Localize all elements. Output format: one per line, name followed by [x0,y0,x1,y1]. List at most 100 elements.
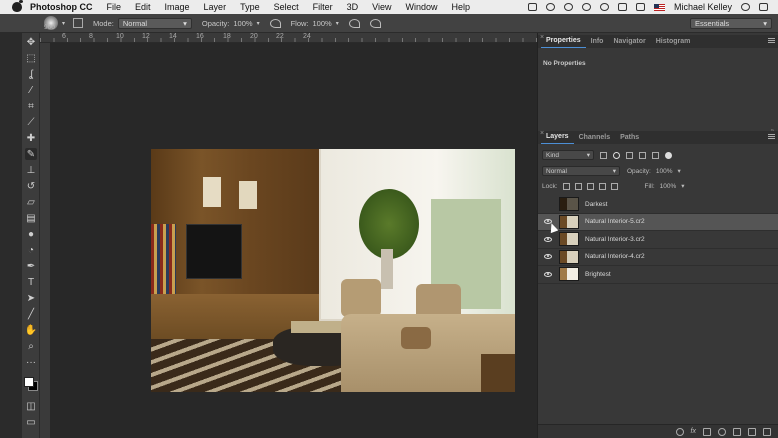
type-tool-icon[interactable]: T [25,276,37,288]
lock-artboard-icon[interactable] [598,182,606,190]
wifi-icon[interactable] [581,3,591,11]
shape-filter-icon[interactable] [639,151,646,159]
eyedropper-tool-icon[interactable]: ⟋ [25,116,37,128]
tab-properties[interactable]: Properties [541,37,586,48]
menu-3d[interactable]: 3D [347,2,359,12]
menu-type[interactable]: Type [240,2,260,12]
foreground-color-swatch[interactable] [24,377,34,387]
brush-panel-toggle-icon[interactable] [73,18,84,28]
brush-preset-caret-icon[interactable]: ▾ [62,20,65,27]
adjustment-layer-icon[interactable] [718,427,726,436]
menu-layer[interactable]: Layer [204,2,227,12]
user-name[interactable]: Michael Kelley [674,2,732,12]
lock-position-icon[interactable] [586,182,594,190]
menu-select[interactable]: Select [274,2,299,12]
tab-navigator[interactable]: Navigator [608,38,650,48]
menu-filter[interactable]: Filter [313,2,333,12]
tab-paths[interactable]: Paths [615,134,644,144]
trash-icon[interactable] [763,427,771,436]
time-machine-icon[interactable] [599,3,609,11]
menu-edit[interactable]: Edit [135,2,151,12]
flow-caret-icon[interactable]: ▾ [336,20,339,27]
healing-brush-tool-icon[interactable]: ✚ [25,132,37,144]
more-tools-icon[interactable]: ··· [25,356,37,368]
link-layers-icon[interactable] [675,427,684,436]
gradient-tool-icon[interactable]: ▤ [25,212,37,224]
quick-mask-icon[interactable]: ◫ [25,400,37,412]
creative-cloud-icon[interactable] [545,3,555,11]
add-mask-icon[interactable] [703,427,711,436]
lock-image-icon[interactable] [574,182,582,190]
airbrush-icon[interactable] [348,18,360,28]
app-name-menu[interactable]: Photoshop CC [30,2,93,12]
pressure-opacity-icon[interactable] [269,18,281,28]
visibility-eye-icon[interactable] [541,254,555,260]
move-tool-icon[interactable]: ✥ [25,36,37,48]
layer-opacity-caret-icon[interactable]: ▾ [677,167,680,175]
menu-view[interactable]: View [372,2,391,12]
layer-row-natural-interior-3[interactable]: Natural Interior-3.cr2 [538,231,778,249]
apple-icon[interactable] [12,0,23,12]
tab-layers[interactable]: Layers [541,133,574,144]
layer-style-fx-icon[interactable]: fx [691,428,696,435]
layer-row-natural-interior-5[interactable]: Natural Interior-5.cr2 [538,213,778,231]
zoom-tool-icon[interactable]: ⌕ [25,340,37,352]
type-filter-icon[interactable] [626,151,633,159]
eraser-tool-icon[interactable]: ▱ [25,196,37,208]
adjustment-filter-icon[interactable] [613,151,620,159]
menu-image[interactable]: Image [165,2,190,12]
lock-transparent-icon[interactable] [562,182,570,190]
fill-value[interactable]: 100% [660,183,677,190]
pressure-size-icon[interactable] [369,18,381,28]
panel-menu-icon[interactable] [768,134,775,139]
dropbox-icon[interactable] [527,3,537,11]
menu-help[interactable]: Help [451,2,470,12]
menu-window[interactable]: Window [405,2,437,12]
tab-histogram[interactable]: Histogram [651,38,696,48]
lock-all-icon[interactable] [610,182,618,190]
spotlight-search-icon[interactable] [741,3,750,11]
close-panel-icon[interactable]: × [540,34,544,41]
fill-caret-icon[interactable]: ▾ [681,182,684,190]
layer-row-darkest[interactable]: Darkest [538,196,778,214]
opacity-value[interactable]: 100% [233,19,252,28]
blend-mode-select[interactable]: Normal ▾ [542,166,620,176]
panel-menu-icon[interactable] [768,38,775,43]
path-selection-tool-icon[interactable]: ➤ [25,292,37,304]
filter-kind-select[interactable]: Kind ▾ [542,150,594,160]
marquee-tool-icon[interactable]: ⬚ [25,52,37,64]
smart-object-filter-icon[interactable] [652,151,659,159]
new-group-icon[interactable] [733,427,741,436]
mode-select[interactable]: Normal ▾ [117,17,192,29]
notification-center-icon[interactable] [759,3,768,11]
tab-channels[interactable]: Channels [574,134,616,144]
brush-tool-icon[interactable]: ✎ [25,148,37,160]
screen-mode-icon[interactable]: ▭ [25,416,37,428]
document-canvas[interactable] [50,43,537,438]
sync-icon[interactable] [563,3,573,11]
layer-opacity-value[interactable]: 100% [656,168,673,175]
bluetooth-icon[interactable] [617,3,627,11]
pen-tool-icon[interactable]: ✒ [25,260,37,272]
visibility-eye-icon[interactable] [541,202,555,207]
hand-tool-icon[interactable]: ✋ [25,324,37,336]
filter-toggle-icon[interactable] [665,151,672,159]
close-panel-icon[interactable]: × [540,130,544,137]
volume-icon[interactable] [635,3,645,11]
crop-tool-icon[interactable]: ⌗ [25,100,37,112]
line-tool-icon[interactable]: ╱ [25,308,37,320]
layer-row-natural-interior-4[interactable]: Natural Interior-4.cr2 [538,249,778,266]
menu-file[interactable]: File [107,2,122,12]
blur-tool-icon[interactable]: ● [25,228,37,240]
dodge-tool-icon[interactable]: ◔ [25,244,37,256]
pixel-filter-icon[interactable] [600,151,607,159]
tab-info[interactable]: Info [586,38,609,48]
visibility-eye-icon[interactable] [541,236,555,242]
flow-value[interactable]: 100% [313,19,332,28]
visibility-eye-icon[interactable] [541,271,555,277]
magic-wand-tool-icon[interactable]: ⁄ [25,84,37,96]
opacity-caret-icon[interactable]: ▾ [257,20,260,27]
lasso-tool-icon[interactable]: ʆ [25,68,37,80]
new-layer-icon[interactable] [748,427,756,436]
layer-row-brightest[interactable]: Brightest [538,266,778,284]
